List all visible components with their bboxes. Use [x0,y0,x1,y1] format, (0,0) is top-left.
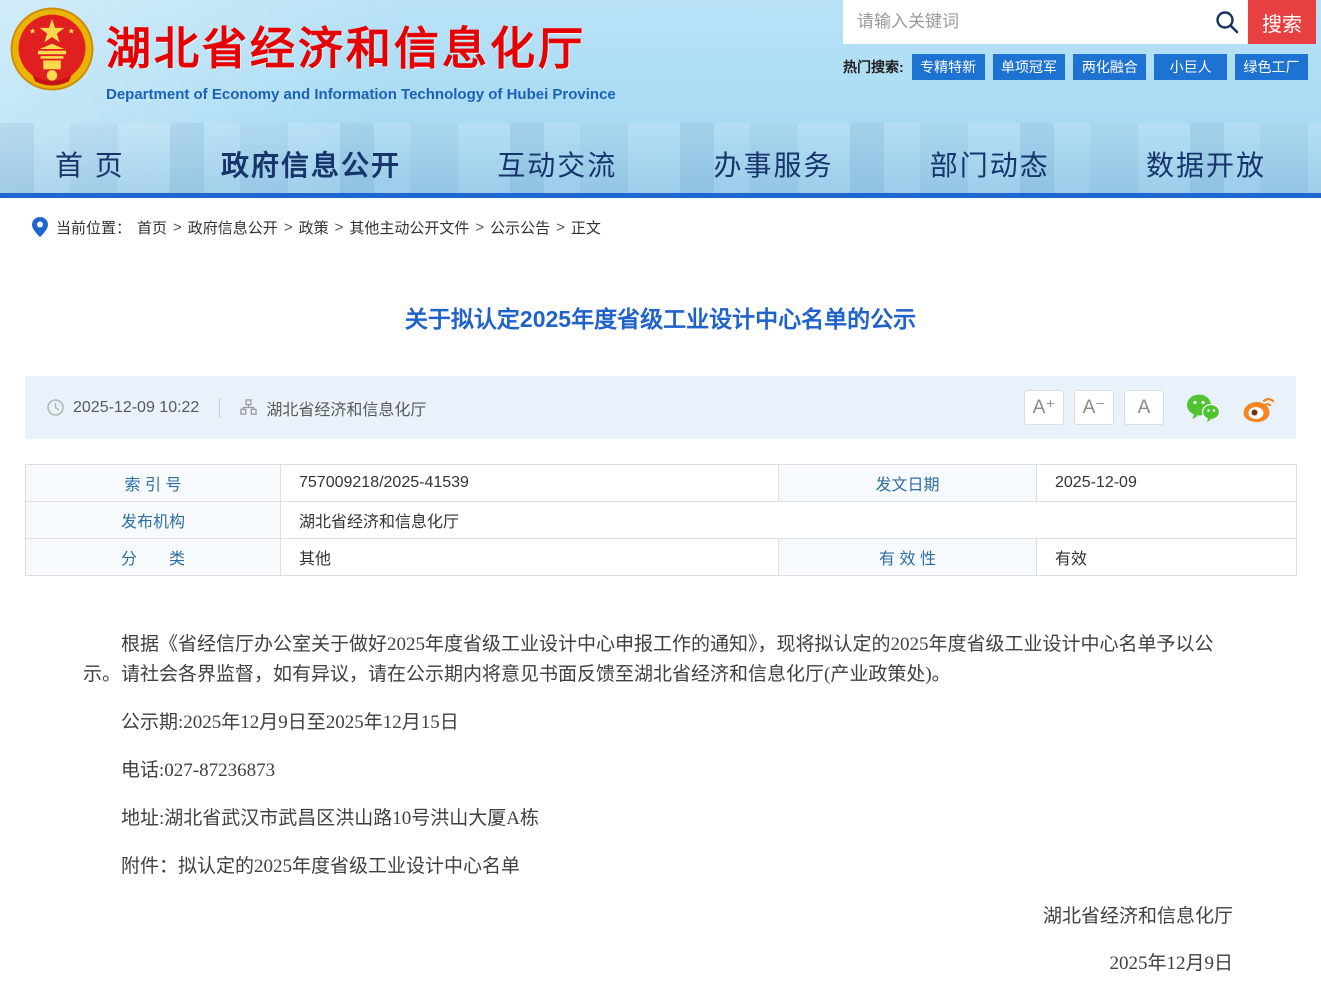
font-size-reset-button[interactable]: A [1124,390,1164,425]
address-line: 地址:湖北省武汉市武昌区洪山路10号洪山大厦A栋 [121,808,540,829]
breadcrumb: 当前位置： 首页 > 政府信息公开 > 政策 > 其他主动公开文件 > 公示公告… [0,198,1321,256]
category-value: 其他 [280,538,779,576]
breadcrumb-separator: > [283,218,293,236]
source-sitemap-icon [240,399,258,415]
attachment-line: 附件：拟认定的2025年度省级工业设计中心名单 [83,852,1233,882]
wechat-share-icon[interactable] [1186,393,1220,423]
hot-tag-xiaojuren[interactable]: 小巨人 [1154,53,1228,80]
nav-item-open-data[interactable]: 数据开放 [1146,144,1266,184]
search-button[interactable]: 搜索 [1248,0,1316,44]
hot-tag-zhuanjingtexin[interactable]: 专精特新 [911,53,985,80]
meta-divider [219,397,221,418]
breadcrumb-separator: > [475,218,485,236]
site-title: 湖北省经济和信息化厅 [106,23,587,74]
breadcrumb-other-open-docs[interactable]: 其他主动公开文件 [349,217,469,238]
validity-value: 有效 [1036,538,1297,576]
issuing-agency-value: 湖北省经济和信息化厅 [280,501,1297,539]
hot-tag-lvsegongchang[interactable]: 绿色工厂 [1235,53,1308,80]
signature-org: 湖北省经济和信息化厅 [1042,906,1233,927]
body-paragraph: 根据《省经信厅办公室关于做好2025年度省级工业设计中心申报工作的通知》，现将拟… [83,634,1214,685]
table-row: 发布机构 湖北省经济和信息化厅 [25,501,1297,539]
hot-tag-lianghuaronghe[interactable]: 两化融合 [1073,53,1147,80]
font-size-decrease-button[interactable]: A⁻ [1074,390,1114,425]
breadcrumb-home[interactable]: 首页 [137,217,167,238]
page: 湖北省经济和信息化厅 Department of Economy and Inf… [0,0,1321,991]
site-header: 湖北省经济和信息化厅 Department of Economy and Inf… [0,0,1321,198]
search-box [843,0,1248,44]
category-label: 分 类 [25,538,281,576]
breadcrumb-gov-info[interactable]: 政府信息公开 [188,217,278,238]
index-number-label: 索 引 号 [25,464,281,502]
signature-block: 湖北省经济和信息化厅 2025年12月9日 [83,902,1233,979]
article-meta-bar: 2025-12-09 10:22 湖北省经济和信息化厅 A⁺ A⁻ A [25,376,1296,439]
signature-date: 2025年12月9日 [1109,953,1233,974]
hot-search-row: 热门搜索: 专精特新 单项冠军 两化融合 小巨人 绿色工厂 [843,53,1321,80]
site-subtitle: Department of Economy and Information Te… [106,86,616,103]
location-pin-icon [32,217,48,237]
breadcrumb-label: 当前位置： [56,219,132,237]
breadcrumb-announcements[interactable]: 公示公告 [490,217,550,238]
validity-label: 有 效 性 [778,538,1037,576]
nav-item-home[interactable]: 首 页 [55,144,125,184]
font-size-increase-button[interactable]: A⁺ [1024,390,1064,425]
phone-line: 电话:027-87236873 [121,760,276,781]
weibo-share-icon[interactable] [1242,393,1276,423]
breadcrumb-current: 正文 [570,219,601,237]
attachment-label: 附件： [121,856,179,877]
main-nav: 首 页 政府信息公开 互动交流 办事服务 部门动态 数据开放 [0,135,1321,193]
clock-icon [47,399,64,416]
search-icon[interactable] [1214,9,1240,35]
nav-item-services[interactable]: 办事服务 [713,144,833,184]
search-area: 搜索 热门搜索: 专精特新 单项冠军 两化融合 小巨人 绿色工厂 [843,0,1321,80]
hot-search-label: 热门搜索: [843,58,904,75]
table-row: 分 类 其他 有 效 性 有效 [25,538,1297,576]
publish-datetime: 2025-12-09 10:22 [73,398,200,416]
attachment-link[interactable]: 拟认定的2025年度省级工业设计中心名单 [178,856,520,877]
nav-item-gov-info[interactable]: 政府信息公开 [221,144,401,184]
table-row: 索 引 号 757009218/2025-41539 发文日期 2025-12-… [25,464,1297,502]
publicity-period-line: 公示期:2025年12月9日至2025年12月15日 [121,712,459,733]
issue-date-value: 2025-12-09 [1036,464,1297,502]
issuing-agency-label: 发布机构 [25,501,281,539]
breadcrumb-separator: > [334,218,344,236]
site-logo-block[interactable]: 湖北省经济和信息化厅 Department of Economy and Inf… [8,4,616,103]
search-input[interactable] [843,0,1248,44]
nav-item-interaction[interactable]: 互动交流 [497,144,617,184]
document-body: 根据《省经信厅办公室关于做好2025年度省级工业设计中心申报工作的通知》，现将拟… [83,630,1233,979]
hot-tag-danxiangguanjun[interactable]: 单项冠军 [992,53,1066,80]
issue-date-label: 发文日期 [778,464,1037,502]
breadcrumb-separator: > [556,218,565,236]
document-info-table: 索 引 号 757009218/2025-41539 发文日期 2025-12-… [25,464,1297,576]
national-emblem-icon [10,7,94,91]
index-number-value: 757009218/2025-41539 [280,464,779,502]
breadcrumb-policy[interactable]: 政策 [299,217,329,238]
nav-item-department-news[interactable]: 部门动态 [930,144,1050,184]
page-title: 关于拟认定2025年度省级工业设计中心名单的公示 [404,306,917,332]
article-source: 湖北省经济和信息化厅 [266,401,427,419]
breadcrumb-separator: > [173,218,182,236]
